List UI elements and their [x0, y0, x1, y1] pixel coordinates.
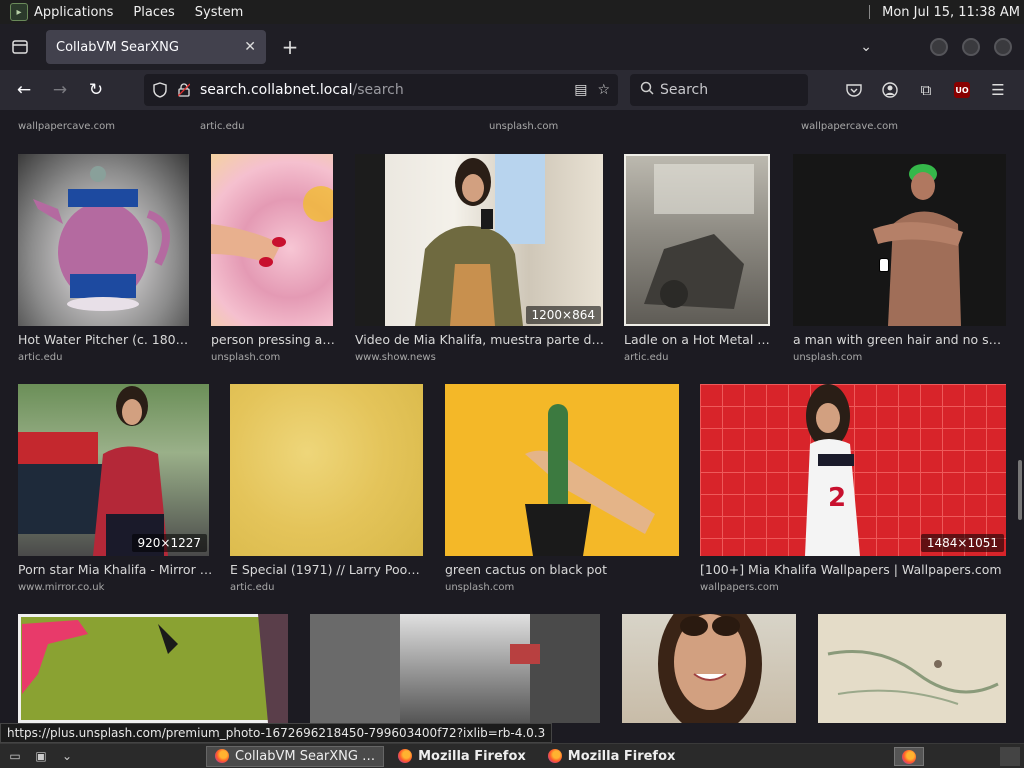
- result-source: unsplash.com: [489, 121, 559, 132]
- result-image-wizards-jersey[interactable]: 2 1484×1051: [700, 384, 1006, 556]
- star-icon[interactable]: ☆: [597, 82, 610, 98]
- status-url: https://plus.unsplash.com/premium_photo-…: [0, 723, 553, 743]
- pocket-icon[interactable]: [840, 74, 868, 106]
- result-source: unsplash.com: [211, 352, 281, 363]
- taskbar-item-searxng[interactable]: CollabVM SearXNG …: [206, 745, 385, 767]
- lock-icon[interactable]: [172, 83, 196, 97]
- firefox-icon: [398, 749, 413, 763]
- firefox-icon: [215, 749, 229, 763]
- result-image-cactus[interactable]: [445, 384, 679, 556]
- tab-title: CollabVM SearXNG: [56, 39, 179, 55]
- shield-icon[interactable]: [148, 82, 172, 98]
- show-desktop-icon[interactable]: ▭: [4, 747, 26, 765]
- result-title[interactable]: a man with green hair and no shirt: [793, 332, 1008, 347]
- system-menu[interactable]: System: [195, 5, 243, 20]
- result-title[interactable]: Video de Mia Khalifa, muestra parte de s…: [355, 332, 605, 347]
- result-image-abstract-green[interactable]: [18, 614, 288, 723]
- url-text: search.collabnet.local/search: [200, 82, 404, 98]
- taskbar-item-label: Mozilla Firefox: [567, 748, 676, 764]
- account-icon[interactable]: [876, 74, 904, 106]
- minimize-button[interactable]: [930, 38, 948, 56]
- cursor-icon: [879, 258, 889, 272]
- close-icon[interactable]: ✕: [244, 39, 256, 55]
- workspace-switcher[interactable]: [894, 747, 924, 766]
- tab-strip: CollabVM SearXNG ✕ + ⌄: [0, 24, 1024, 70]
- taskbar-item-label: CollabVM SearXNG …: [235, 748, 376, 764]
- terminal-icon[interactable]: ▣: [30, 747, 52, 765]
- firefox-icon: [902, 749, 916, 764]
- window-close-button[interactable]: [994, 38, 1012, 56]
- search-icon: [640, 81, 654, 99]
- results-page: wallpapercave.com artic.edu unsplash.com…: [0, 110, 1024, 723]
- chevron-down-icon[interactable]: ⌄: [56, 747, 78, 765]
- top-panel: ▸ Applications Places System Mon Jul 15,…: [0, 0, 1024, 24]
- result-title[interactable]: E Special (1971) // Larry Poon…: [230, 562, 425, 577]
- result-source: wallpapercave.com: [18, 121, 115, 132]
- result-resolution: 920×1227: [131, 534, 207, 552]
- result-source: artic.edu: [200, 121, 245, 132]
- result-image-sunglasses[interactable]: [622, 614, 796, 723]
- result-image-green-hair[interactable]: [793, 154, 1006, 326]
- result-source: unsplash.com: [445, 582, 515, 593]
- result-image-flower[interactable]: [211, 154, 333, 326]
- workspace-2[interactable]: [1000, 747, 1020, 766]
- result-resolution: 1484×1051: [920, 534, 1004, 552]
- result-source: artic.edu: [230, 582, 275, 593]
- result-source: artic.edu: [18, 352, 63, 363]
- tab-collabvm-searxng[interactable]: CollabVM SearXNG ✕: [46, 30, 266, 64]
- url-bar[interactable]: search.collabnet.local/search ▤ ☆: [144, 74, 618, 106]
- scrollbar-thumb[interactable]: [1018, 460, 1022, 520]
- result-image-map[interactable]: [818, 614, 1006, 723]
- nav-bar: ← → ↻ search.collabnet.local/search ▤ ☆ …: [0, 70, 1024, 110]
- result-image-pitcher[interactable]: [18, 154, 189, 326]
- new-tab-button[interactable]: +: [272, 30, 308, 64]
- chevron-down-icon[interactable]: ⌄: [860, 39, 872, 55]
- maximize-button[interactable]: [962, 38, 980, 56]
- menu-icon[interactable]: ☰: [984, 74, 1012, 106]
- forward-icon[interactable]: →: [42, 72, 78, 108]
- result-resolution: 1200×864: [525, 306, 601, 324]
- result-source: artic.edu: [624, 352, 669, 363]
- taskbar: ▭ ▣ ⌄ CollabVM SearXNG … Mozilla Firefox…: [0, 743, 1024, 768]
- result-title[interactable]: Ladle on a Hot Metal C…: [624, 332, 774, 347]
- url-host: search.collabnet.local: [200, 82, 353, 98]
- result-title[interactable]: Porn star Mia Khalifa - Mirror O…: [18, 562, 213, 577]
- result-title[interactable]: [100+] Mia Khalifa Wallpapers | Wallpape…: [700, 562, 1006, 577]
- result-source: wallpapercave.com: [801, 121, 898, 132]
- result-image-street-portrait[interactable]: 920×1227: [18, 384, 209, 556]
- search-placeholder: Search: [660, 82, 709, 98]
- result-image-selfie[interactable]: 1200×864: [355, 154, 603, 326]
- result-image-ladle[interactable]: [624, 154, 770, 326]
- result-image-street[interactable]: [310, 614, 600, 723]
- result-title[interactable]: Hot Water Pitcher (c. 1800)…: [18, 332, 193, 347]
- taskbar-item-label: Mozilla Firefox: [418, 748, 526, 764]
- tab-list-icon[interactable]: [0, 24, 40, 70]
- taskbar-item-firefox-1[interactable]: Mozilla Firefox: [390, 746, 534, 767]
- applications-menu[interactable]: Applications: [34, 5, 113, 20]
- reader-icon[interactable]: ▤: [574, 82, 587, 98]
- result-title[interactable]: green cactus on black pot: [445, 562, 680, 577]
- clock[interactable]: Mon Jul 15, 11:38 AM: [882, 5, 1020, 20]
- result-source: www.mirror.co.uk: [18, 582, 105, 593]
- result-source: unsplash.com: [793, 352, 863, 363]
- search-input[interactable]: Search: [630, 74, 808, 106]
- result-source: wallpapers.com: [700, 582, 779, 593]
- url-path: /search: [352, 82, 404, 98]
- svg-text:2: 2: [828, 483, 846, 513]
- result-title[interactable]: person pressing a …: [211, 332, 336, 347]
- extensions-icon[interactable]: ⧉: [912, 74, 940, 106]
- ublock-icon[interactable]: UO: [948, 74, 976, 106]
- reload-icon[interactable]: ↻: [78, 72, 114, 108]
- result-source: www.show.news: [355, 352, 436, 363]
- firefox-icon: [547, 749, 562, 763]
- back-icon[interactable]: ←: [6, 72, 42, 108]
- terminal-logo-icon[interactable]: ▸: [10, 3, 28, 21]
- result-image-yellow-painting[interactable]: [230, 384, 423, 556]
- places-menu[interactable]: Places: [133, 5, 174, 20]
- taskbar-item-firefox-2[interactable]: Mozilla Firefox: [540, 746, 684, 767]
- panel-separator: [869, 5, 871, 19]
